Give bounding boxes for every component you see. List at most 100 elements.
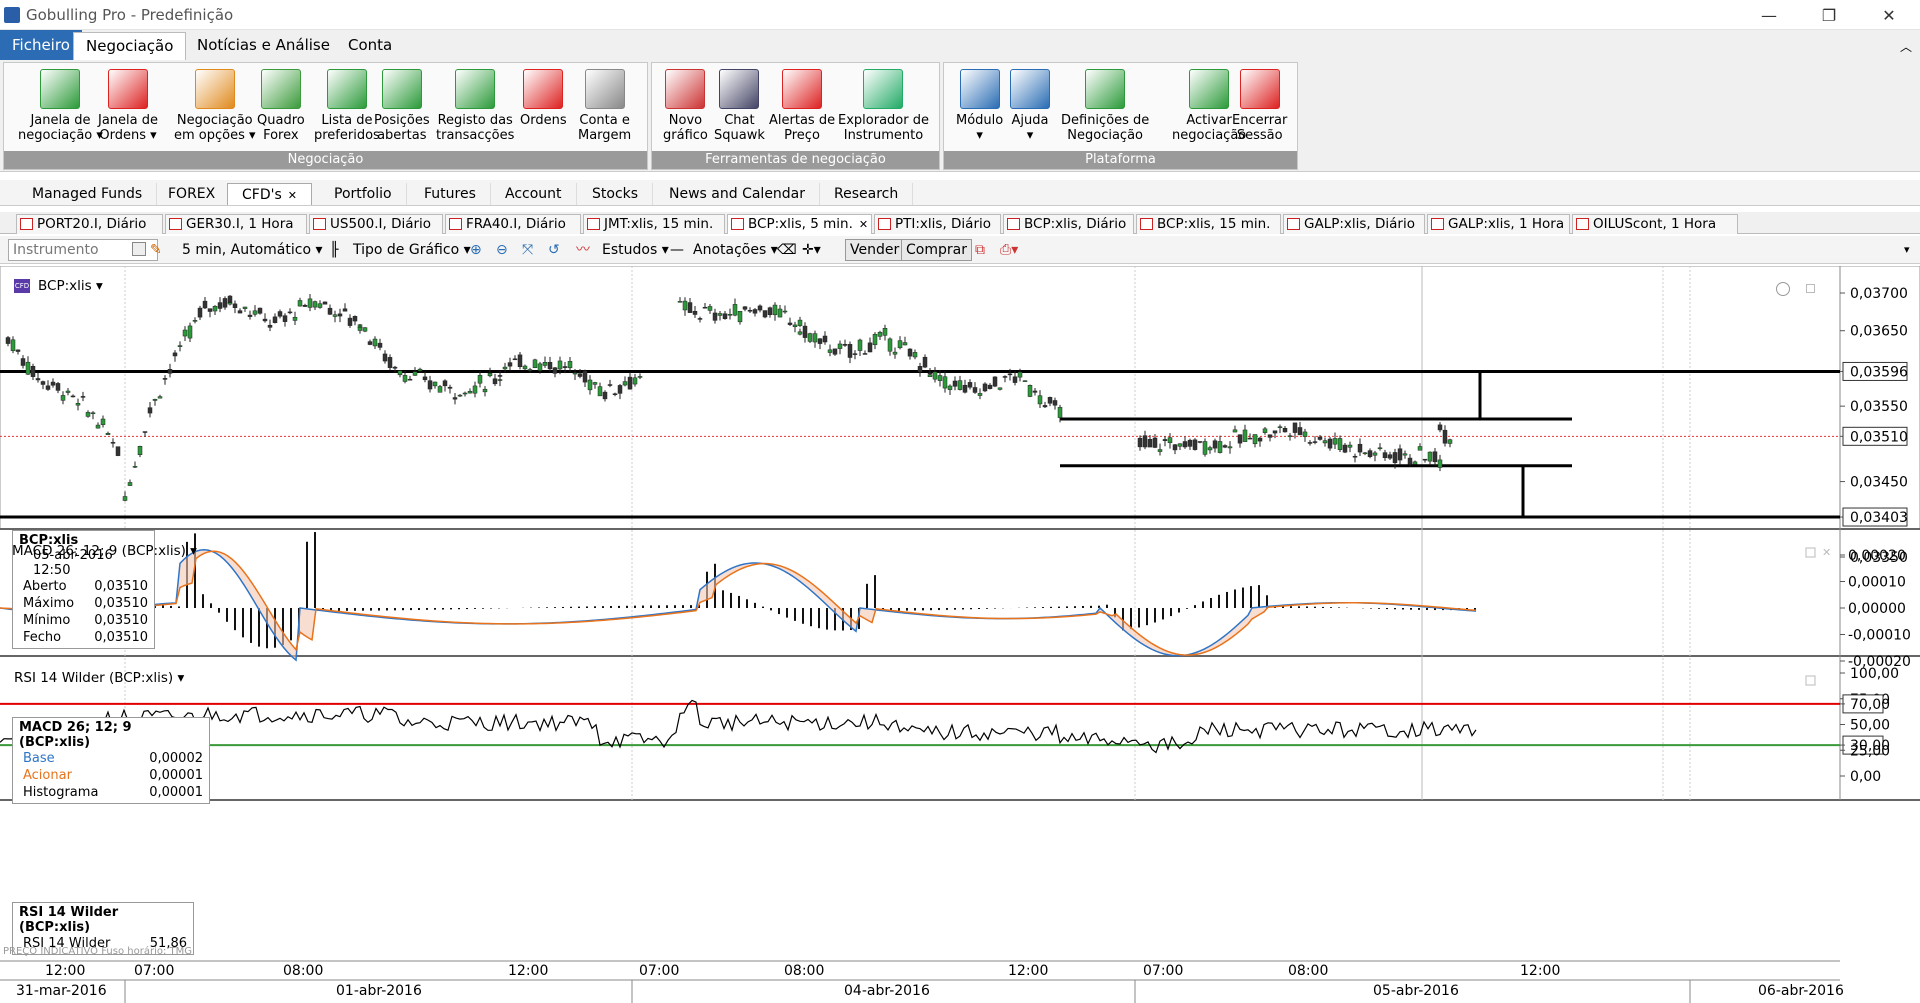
maximize-panel-icon[interactable]: [1806, 284, 1815, 293]
candle: [1447, 439, 1453, 444]
account-margin-button[interactable]: Conta e Margem: [578, 69, 631, 143]
module-button[interactable]: Módulo ▾: [956, 69, 1003, 143]
candle: [332, 314, 338, 317]
close-tab-icon[interactable]: ✕: [288, 189, 297, 202]
candle: [687, 302, 693, 313]
candle: [1147, 439, 1153, 448]
options-trading-button[interactable]: Negociação em opções ▾: [174, 69, 256, 143]
forex-board-button[interactable]: Quadro Forex: [257, 69, 305, 143]
candle: [1302, 431, 1308, 437]
chart-tab[interactable]: PORT20.I, Diário: [16, 214, 163, 234]
button-label: Activar: [1186, 113, 1232, 128]
chart-style-icon[interactable]: ✎: [150, 240, 162, 260]
info-value: 0,03510: [94, 579, 148, 594]
category-tab-4[interactable]: Futures: [410, 183, 491, 205]
category-tab-5[interactable]: Account: [491, 183, 577, 205]
candle: [172, 352, 178, 357]
chart-type-dropdown[interactable]: Tipo de Gráfico ▾: [353, 240, 471, 260]
crosshair-icon[interactable]: ✛▾: [802, 240, 821, 260]
candle: [627, 376, 633, 390]
candle: [40, 381, 46, 385]
new-chart-button[interactable]: Novo gráfico: [663, 69, 708, 143]
date-label: 01-abr-2016: [336, 983, 422, 999]
close-button[interactable]: ✕: [1866, 0, 1912, 30]
rsi-title-dropdown[interactable]: RSI 14 Wilder (BCP:xlis) ▾: [14, 670, 184, 686]
chart-tab[interactable]: OILUScont, 1 Hora: [1572, 214, 1738, 234]
tab-conta[interactable]: Conta: [336, 30, 404, 60]
interval-dropdown[interactable]: 5 min, Automático ▾: [182, 240, 323, 260]
y-tick-label: 0,03650: [1850, 324, 1908, 340]
logout-button[interactable]: Encerrar Sessão: [1232, 69, 1287, 143]
macd-title-dropdown[interactable]: MACD 26; 12; 9 (BCP:xlis) ▾: [12, 543, 197, 559]
orders-button[interactable]: Ordens: [520, 69, 567, 128]
chart-tab[interactable]: BCP:xlis, 15 min.: [1136, 214, 1281, 234]
tab-negociacao[interactable]: Negociação: [73, 32, 187, 60]
minimize-button[interactable]: —: [1746, 0, 1792, 30]
undo-icon[interactable]: ↺: [548, 240, 560, 260]
zoom-out-icon[interactable]: ⊖: [496, 240, 508, 260]
trade-window-button[interactable]: Janela de negociação ▾: [18, 69, 103, 143]
calendar-icon[interactable]: [132, 242, 146, 256]
candle: [1357, 443, 1363, 453]
chart-tab[interactable]: BCP:xlis, 5 min. ✕: [727, 214, 872, 234]
clock-icon[interactable]: [1776, 282, 1790, 296]
candle: [85, 412, 91, 417]
help-button[interactable]: Ajuda ▾: [1010, 69, 1050, 143]
chart-tab[interactable]: GER30.I, 1 Hora: [165, 214, 307, 234]
print-icon[interactable]: ⎙▾: [1000, 240, 1018, 260]
fit-icon[interactable]: ⤧: [522, 240, 533, 260]
orders-window-button[interactable]: Janela de Ordens ▾: [98, 69, 158, 143]
candle: [1437, 459, 1443, 468]
buy-button[interactable]: Comprar: [901, 239, 972, 261]
group-plataforma: Módulo ▾ Ajuda ▾ Definições de Negociação Acti…: [943, 62, 1298, 170]
compare-icon[interactable]: ⧉: [975, 240, 985, 260]
restore-button[interactable]: ❐: [1806, 0, 1852, 30]
candle: [272, 316, 278, 323]
overflow-icon[interactable]: ▾: [1904, 240, 1910, 260]
chart-tab[interactable]: US500.I, Diário: [309, 214, 443, 234]
category-tab-0[interactable]: Managed Funds: [18, 183, 158, 205]
info-value: 0,03510: [94, 630, 148, 645]
chart-tab-label: US500.I, Diário: [330, 216, 432, 232]
candle: [922, 356, 928, 368]
close-tab-icon[interactable]: ✕: [859, 218, 868, 231]
category-tab-8[interactable]: Research: [820, 183, 914, 205]
category-tab-2[interactable]: CFD's ✕: [227, 183, 312, 205]
chart-tab[interactable]: BCP:xlis, Diário: [1003, 214, 1134, 234]
candle: [967, 382, 973, 388]
chart-canvas[interactable]: 0,03700 0,03650 0,03596 0,03550 0,03510 0,034…: [0, 266, 1920, 1003]
candle: [287, 311, 293, 314]
transactions-button[interactable]: Registo das transacções: [436, 69, 514, 143]
candle: [207, 308, 213, 312]
chart-tabs: PORT20.I, Diário GER30.I, 1 Hora US500.I, …: [0, 212, 1920, 234]
info-value: 0,00001: [149, 785, 203, 800]
tab-noticias[interactable]: Notícias e Análise: [185, 30, 342, 60]
chart-tab[interactable]: GALP:xlis, Diário: [1283, 214, 1425, 234]
studies-dropdown[interactable]: Estudos ▾: [602, 240, 669, 260]
chart-tab[interactable]: PTI:xlis, Diário: [874, 214, 1001, 234]
category-tab-7[interactable]: News and Calendar: [655, 183, 821, 205]
chart-area[interactable]: 0,03700 0,03650 0,03596 0,03550 0,03510 0,034…: [0, 266, 1920, 1003]
category-tab-3[interactable]: Portfolio: [320, 183, 407, 205]
candle: [1012, 376, 1018, 383]
instrument-explorer-button[interactable]: Explorador de Instrumento: [838, 69, 929, 143]
candle: [462, 392, 468, 395]
chart-tab[interactable]: FRA40.I, Diário: [445, 214, 581, 234]
price-symbol-dropdown[interactable]: BCP:xlis ▾: [38, 278, 103, 294]
chart-tab[interactable]: JMT:xlis, 15 min.: [583, 214, 725, 234]
candle: [482, 388, 488, 393]
eraser-icon[interactable]: ⌫: [777, 240, 797, 260]
open-positions-button[interactable]: Posições abertas: [374, 69, 430, 143]
sell-button[interactable]: Vender: [845, 239, 905, 261]
category-tab-6[interactable]: Stocks: [578, 183, 654, 205]
watchlist-button[interactable]: Lista de preferidos: [314, 69, 380, 143]
chat-squawk-button[interactable]: Chat Squawk: [714, 69, 765, 143]
category-tab-1[interactable]: FOREX: [154, 183, 231, 205]
chart-tab[interactable]: GALP:xlis, 1 Hora: [1427, 214, 1570, 234]
price-alert-button[interactable]: Alertas de Preço: [769, 69, 835, 143]
zoom-in-icon[interactable]: ⊕: [470, 240, 482, 260]
annotations-dropdown[interactable]: Anotações ▾: [693, 240, 778, 260]
trading-settings-button[interactable]: Definições de Negociação: [1061, 69, 1149, 143]
ribbon-collapse-icon[interactable]: ︿: [1900, 38, 1912, 55]
tab-ficheiro[interactable]: Ficheiro: [0, 30, 82, 60]
